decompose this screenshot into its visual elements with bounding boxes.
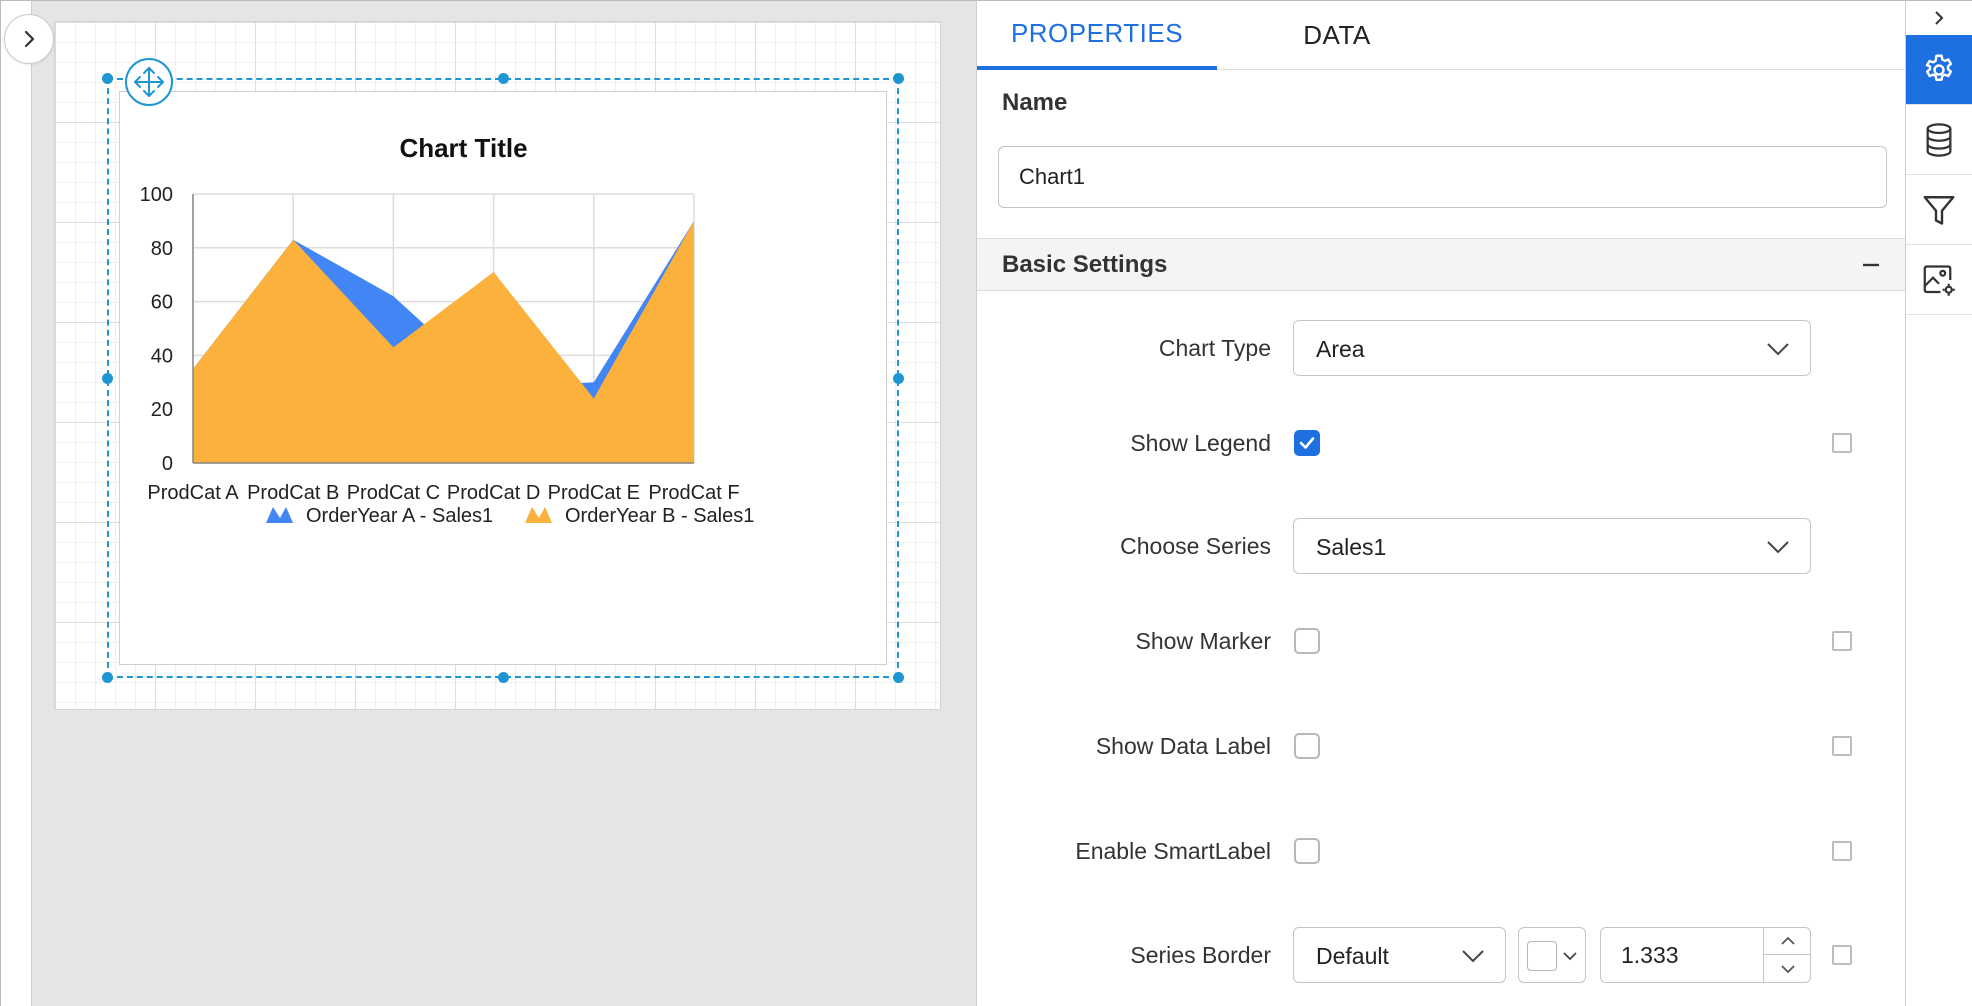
name-input[interactable]	[998, 146, 1887, 208]
move-icon	[134, 67, 164, 97]
properties-panel: PROPERTIES DATA Name Basic Settings Char…	[976, 0, 1905, 1006]
chart-type-value: Area	[1316, 335, 1365, 362]
tab-data[interactable]: DATA	[1217, 1, 1457, 70]
chevron-down-icon	[1462, 950, 1484, 963]
basic-settings-title: Basic Settings	[1002, 251, 1168, 278]
show-data-label-checkbox[interactable]	[1294, 733, 1320, 759]
series-border-color-picker[interactable]	[1518, 927, 1586, 983]
show-legend-row: Show Legend	[977, 415, 1905, 471]
choose-series-row: Choose Series Sales1	[977, 518, 1905, 574]
chart-report-item[interactable]: Chart Title 0 20 40 60 80 100 ProdCat A ProdCat …	[102, 58, 904, 683]
show-marker-label: Show Marker	[1135, 627, 1271, 654]
right-icon-bar	[1905, 0, 1972, 1006]
move-handle[interactable]	[125, 58, 173, 106]
chevron-right-icon	[1935, 11, 1944, 25]
expand-panel-button[interactable]	[4, 14, 54, 64]
choose-series-label: Choose Series	[1120, 532, 1271, 559]
basic-settings-header[interactable]: Basic Settings	[977, 238, 1905, 291]
checkmark-icon	[1299, 437, 1315, 449]
chevron-down-icon	[1767, 343, 1789, 356]
enable-smartlabel-side-checkbox[interactable]	[1832, 841, 1852, 861]
decrement-button[interactable]	[1763, 955, 1811, 982]
resize-handle-bottom[interactable]	[498, 672, 509, 683]
choose-series-dropdown[interactable]: Sales1	[1293, 518, 1811, 574]
chart-type-label: Chart Type	[1158, 334, 1271, 361]
resize-handle-top-right[interactable]	[893, 73, 904, 84]
increment-button[interactable]	[1763, 928, 1811, 955]
minus-icon[interactable]	[1857, 251, 1885, 279]
series-border-row: Series Border Default	[977, 927, 1905, 983]
resize-handle-right[interactable]	[893, 373, 904, 384]
show-legend-side-checkbox[interactable]	[1832, 433, 1852, 453]
resize-handle-bottom-left[interactable]	[102, 672, 113, 683]
show-data-label-side-checkbox[interactable]	[1832, 736, 1852, 756]
chevron-right-icon	[24, 30, 35, 48]
series-border-side-checkbox[interactable]	[1832, 945, 1852, 965]
series-border-label: Series Border	[1130, 941, 1271, 968]
properties-settings-button[interactable]	[1906, 35, 1972, 105]
report-page: Chart Title 0 20 40 60 80 100 ProdCat A ProdCat …	[54, 21, 941, 710]
collapse-panel-button[interactable]	[1906, 1, 1972, 35]
selection-border	[107, 78, 899, 678]
series-border-style-dropdown[interactable]: Default	[1293, 927, 1506, 983]
filter-icon	[1923, 195, 1955, 225]
show-marker-checkbox[interactable]	[1294, 628, 1320, 654]
resize-handle-top-left[interactable]	[102, 73, 113, 84]
choose-series-value: Sales1	[1316, 533, 1387, 560]
show-marker-side-checkbox[interactable]	[1832, 631, 1852, 651]
database-icon	[1926, 122, 1952, 157]
show-legend-checkbox[interactable]	[1294, 430, 1320, 456]
chart-type-dropdown[interactable]: Area	[1293, 320, 1811, 376]
name-label: Name	[1002, 89, 1068, 116]
design-canvas: Chart Title 0 20 40 60 80 100 ProdCat A ProdCat …	[32, 0, 976, 1006]
series-border-style-value: Default	[1316, 942, 1389, 969]
image-settings-icon	[1923, 264, 1955, 296]
color-swatch	[1527, 941, 1557, 971]
tab-properties[interactable]: PROPERTIES	[977, 1, 1217, 70]
resize-handle-top[interactable]	[498, 73, 509, 84]
show-data-label-row: Show Data Label	[977, 718, 1905, 774]
filter-button[interactable]	[1906, 175, 1972, 245]
show-marker-row: Show Marker	[977, 613, 1905, 669]
chevron-down-icon	[1767, 541, 1789, 554]
data-sources-button[interactable]	[1906, 105, 1972, 175]
image-settings-button[interactable]	[1906, 245, 1972, 315]
gear-icon	[1925, 54, 1953, 81]
enable-smartlabel-label: Enable SmartLabel	[1075, 837, 1271, 864]
enable-smartlabel-row: Enable SmartLabel	[977, 823, 1905, 879]
series-border-width-input[interactable]	[1601, 928, 1763, 982]
chart-type-row: Chart Type Area	[977, 320, 1905, 376]
show-data-label-label: Show Data Label	[1095, 732, 1271, 759]
resize-handle-left[interactable]	[102, 373, 113, 384]
show-legend-label: Show Legend	[1130, 429, 1271, 456]
chevron-down-icon	[1780, 964, 1795, 973]
left-rail	[0, 0, 32, 1006]
enable-smartlabel-checkbox[interactable]	[1294, 838, 1320, 864]
chevron-up-icon	[1780, 936, 1795, 945]
chevron-down-icon	[1563, 952, 1577, 961]
resize-handle-bottom-right[interactable]	[893, 672, 904, 683]
panel-tabs: PROPERTIES DATA	[977, 1, 1905, 70]
series-border-width-stepper[interactable]	[1600, 927, 1811, 983]
